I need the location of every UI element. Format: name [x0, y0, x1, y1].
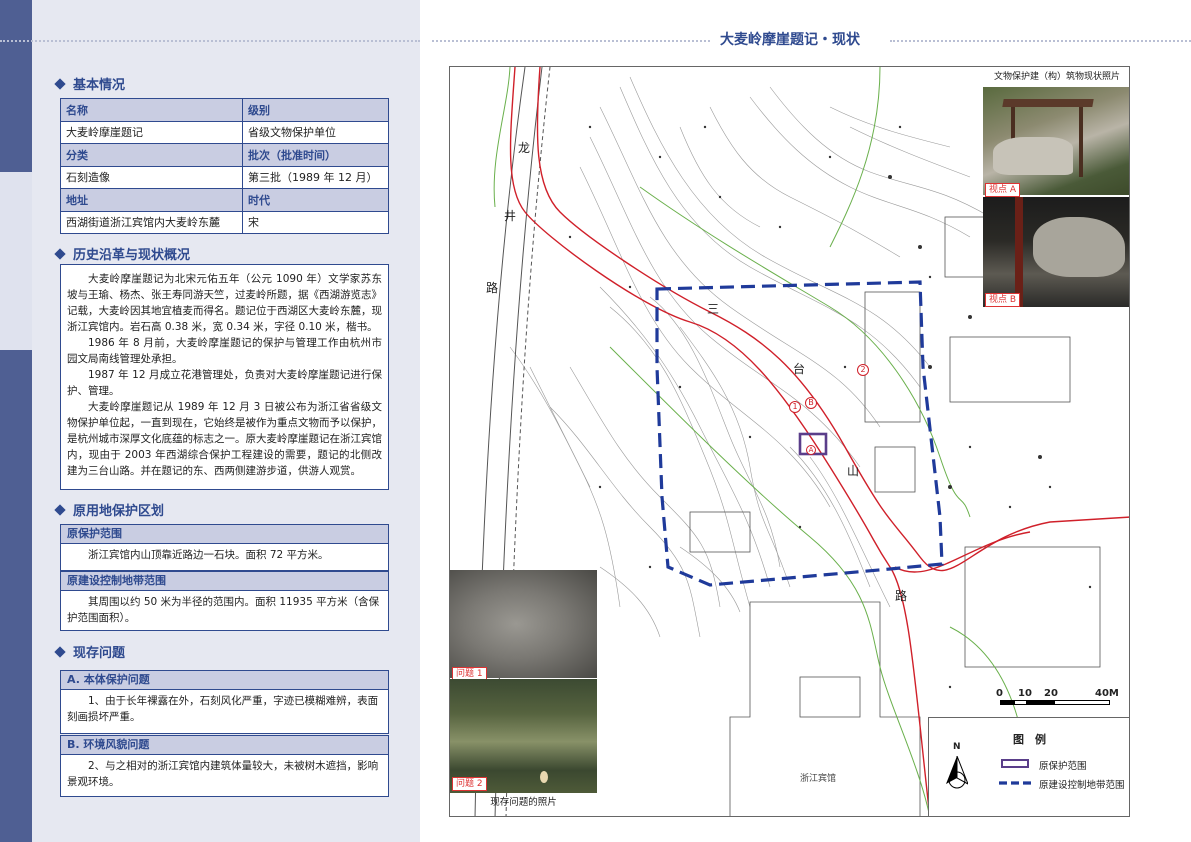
- viewpoint-marker-a: A: [806, 445, 816, 455]
- road-label-longjing: 龙: [518, 141, 531, 155]
- viewpoint-a-label: 视点 A: [985, 183, 1021, 197]
- rock-icon: [993, 137, 1073, 175]
- table-cell: 宋: [242, 210, 389, 234]
- problem-photos-caption: 现存问题的照片: [490, 797, 557, 808]
- table-header-cell: 地址: [60, 188, 243, 212]
- ctrl-zone-title: 原建设控制地带范围: [60, 571, 389, 591]
- section-title: 现存问题: [73, 646, 126, 661]
- dotted-divider: [0, 40, 420, 42]
- diamond-bullet-icon: [54, 247, 66, 260]
- viewpoint-marker-b: B: [805, 397, 817, 409]
- section-heading-issues: 现存问题: [54, 642, 126, 661]
- table-row: 石刻造像 第三批（1989 年 12 月）: [60, 165, 389, 189]
- issue-b-title: B. 环境风貌问题: [60, 735, 389, 755]
- dotted-divider: [432, 40, 710, 42]
- table-header-cell: 名称: [60, 98, 243, 122]
- table-cell: 大麦岭摩崖题记: [60, 120, 243, 144]
- left-strip: [0, 0, 32, 172]
- legend-title: 图 例: [1013, 733, 1046, 746]
- road-label-longjing: 井: [504, 209, 517, 223]
- photo-problem-2: [450, 679, 597, 793]
- road-label-santaishan: 路: [895, 589, 908, 603]
- scale-label: 20: [1044, 688, 1058, 699]
- north-label: N: [953, 742, 961, 752]
- legend-orig-label: 原保护范围: [1039, 761, 1087, 772]
- legend-ctrl-label: 原建设控制地带范围: [1039, 780, 1125, 791]
- table-header-cell: 批次（批准时间）: [242, 143, 389, 167]
- section-title: 历史沿革与现状概况: [73, 248, 191, 263]
- table-cell: 石刻造像: [60, 165, 243, 189]
- section-heading-history: 历史沿革与现状概况: [54, 244, 191, 263]
- photo-viewpoint-b: [983, 197, 1129, 307]
- section-title: 原用地保护区划: [73, 504, 165, 519]
- map-legend: 图 例 N 原保护范围 原建设控制地带范围: [928, 717, 1129, 816]
- road-label-santaishan: 三: [707, 302, 720, 316]
- page-title: 大麦岭摩崖题记・现状: [720, 32, 860, 48]
- contour-lines: [509, 76, 991, 638]
- scale-label: 40M: [1095, 688, 1119, 699]
- table-cell: 西湖街道浙江宾馆内大麦岭东麓: [60, 210, 243, 234]
- diamond-bullet-icon: [54, 77, 66, 90]
- pavilion-roof-icon: [1002, 99, 1094, 107]
- viewpoint-marker-2: 2: [857, 364, 869, 376]
- history-paragraph: 1986 年 8 月前，大麦岭摩崖题记的保护与管理工作由杭州市园文局南线管理处承…: [67, 337, 382, 365]
- road-label-longjing: 路: [486, 281, 499, 295]
- photos-title: 文物保护建（构）筑物现状照片: [983, 67, 1129, 88]
- pavilion-pillar-icon: [1079, 107, 1083, 177]
- site-map: 龙 井 路 三 台 山 路 浙江宾馆 1 2 B A 文物保护建（构）筑物现状照…: [449, 66, 1130, 817]
- table-header-cell: 级别: [242, 98, 389, 122]
- north-arrow-icon: [946, 756, 968, 789]
- left-strip: [0, 172, 32, 350]
- problem-2-label: 问题 2: [452, 777, 487, 791]
- scale-label: 0: [996, 688, 1003, 699]
- lamp-icon: [540, 771, 548, 783]
- table-row: 分类 批次（批准时间）: [60, 143, 389, 167]
- photo-viewpoint-a: [983, 87, 1129, 195]
- diamond-bullet-icon: [54, 645, 66, 658]
- road-label-santaishan: 台: [793, 362, 806, 376]
- dotted-divider: [890, 40, 1191, 42]
- orig-protect-title: 原保护范围: [60, 524, 389, 544]
- table-header-cell: 分类: [60, 143, 243, 167]
- history-paragraph: 大麦岭摩崖题记从 1989 年 12 月 3 日被公布为浙江省省级文物保护单位起…: [67, 401, 382, 477]
- legend-ctrl-swatch: [999, 781, 1033, 785]
- hotel-label: 浙江宾馆: [800, 774, 837, 784]
- left-strip: [0, 350, 32, 842]
- issue-b-text: 2、与之相对的浙江宾馆内建筑体量较大，未被树木遮挡，影响景观环境。: [60, 755, 389, 797]
- history-paragraph: 大麦岭摩崖题记为北宋元佑五年（公元 1090 年）文学家苏东坡与王瑜、杨杰、张王…: [67, 273, 382, 333]
- section-title: 基本情况: [73, 78, 126, 93]
- table-cell: 省级文物保护单位: [242, 120, 389, 144]
- orig-protect-text: 浙江宾馆内山顶靠近路边一石块。面积 72 平方米。: [60, 544, 389, 571]
- road-label-santaishan: 山: [847, 464, 860, 478]
- table-row: 大麦岭摩崖题记 省级文物保护单位: [60, 120, 389, 144]
- table-cell: 第三批（1989 年 12 月）: [242, 165, 389, 189]
- table-row: 名称 级别: [60, 98, 389, 122]
- photo-problem-1: [450, 570, 597, 678]
- viewpoint-b-label: 视点 B: [985, 293, 1021, 307]
- history-paragraph: 1987 年 12 月成立花港管理处，负责对大麦岭摩崖题记进行保护、管理。: [67, 369, 382, 397]
- diamond-bullet-icon: [54, 503, 66, 516]
- section-heading-basic: 基本情况: [54, 74, 126, 93]
- table-row: 地址 时代: [60, 188, 389, 212]
- ctrl-zone-text: 其周围以约 50 米为半径的范围内。面积 11935 平方米（含保护范围面积）。: [60, 591, 389, 631]
- history-text-box: 大麦岭摩崖题记为北宋元佑五年（公元 1090 年）文学家苏东坡与王瑜、杨杰、张王…: [60, 264, 389, 490]
- issue-a-title: A. 本体保护问题: [60, 670, 389, 690]
- legend-orig-swatch: [1001, 759, 1029, 768]
- viewpoint-marker-1: 1: [789, 401, 801, 413]
- scale-bar: [1000, 700, 1110, 705]
- section-heading-zone: 原用地保护区划: [54, 500, 165, 519]
- pillar-icon: [1015, 197, 1023, 307]
- scale-label: 10: [1018, 688, 1032, 699]
- table-row: 西湖街道浙江宾馆内大麦岭东麓 宋: [60, 210, 389, 234]
- issue-a-text: 1、由于长年裸露在外，石刻风化严重，字迹已模糊难辨，表面刻画损坏严重。: [60, 690, 389, 734]
- rock-icon: [1033, 217, 1125, 277]
- table-header-cell: 时代: [242, 188, 389, 212]
- basic-info-table: 名称 级别 大麦岭摩崖题记 省级文物保护单位 分类 批次（批准时间） 石刻造像 …: [60, 98, 389, 234]
